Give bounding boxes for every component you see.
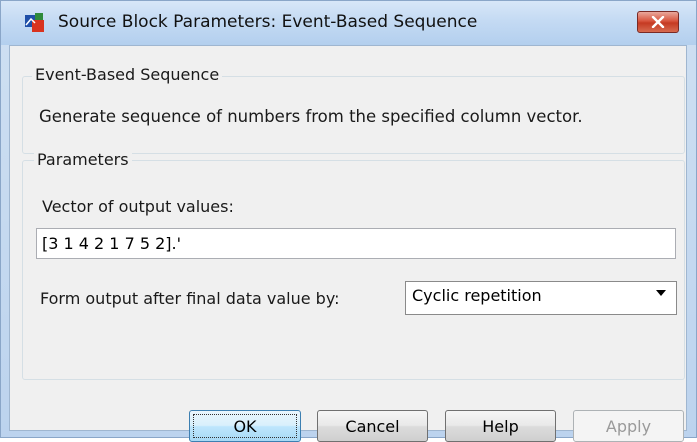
apply-button[interactable]: Apply <box>573 410 684 442</box>
cancel-button[interactable]: Cancel <box>317 410 428 442</box>
form-output-value: Cyclic repetition <box>412 286 542 305</box>
close-icon <box>651 13 665 32</box>
parameters-legend: Parameters <box>34 150 132 169</box>
simulink-block-icon <box>23 11 47 35</box>
form-output-label: Form output after final data value by: <box>40 289 340 308</box>
parameters-group <box>22 160 685 380</box>
title-bar[interactable]: Source Block Parameters: Event-Based Seq… <box>1 1 696 45</box>
block-group-legend: Event-Based Sequence <box>32 65 223 84</box>
apply-label: Apply <box>605 416 652 436</box>
cancel-label: Cancel <box>345 416 400 436</box>
form-output-select[interactable]: Cyclic repetition <box>405 281 677 315</box>
help-button[interactable]: Help <box>445 410 556 442</box>
vector-input[interactable] <box>36 228 676 259</box>
ok-button[interactable]: OK <box>189 410 301 442</box>
focus-rectangle <box>193 414 297 438</box>
dialog-body: Event-Based Sequence Generate sequence o… <box>9 45 687 442</box>
window-title: Source Block Parameters: Event-Based Seq… <box>58 12 478 32</box>
block-description: Generate sequence of numbers from the sp… <box>39 107 583 126</box>
help-label: Help <box>482 416 519 436</box>
chevron-down-icon <box>656 290 666 296</box>
vector-label: Vector of output values: <box>42 197 234 216</box>
close-button[interactable] <box>637 11 679 33</box>
dialog-window: Source Block Parameters: Event-Based Seq… <box>0 0 697 442</box>
